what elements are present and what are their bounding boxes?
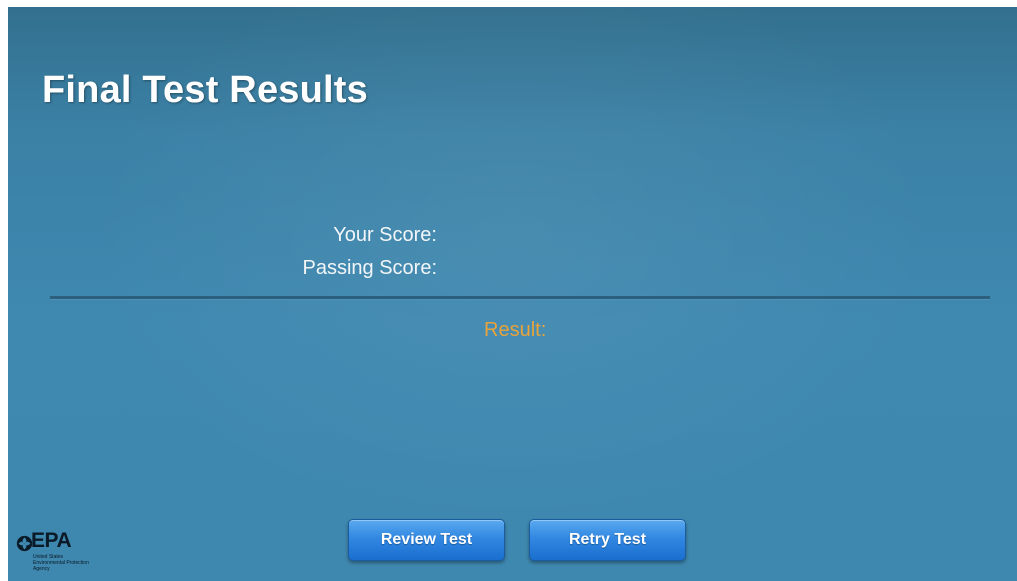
page-title: Final Test Results — [42, 69, 368, 111]
review-test-button[interactable]: Review Test — [348, 519, 505, 561]
your-score-label: Your Score: — [333, 224, 437, 246]
retry-test-button[interactable]: Retry Test — [529, 519, 686, 561]
slide-canvas: Final Test Results Your Score: Passing S… — [8, 7, 1017, 581]
result-label: Result: — [484, 319, 547, 341]
epa-subtitle-line: Agency — [33, 566, 50, 572]
epa-logo: EPA United States Environmental Protecti… — [16, 529, 128, 577]
divider — [50, 296, 990, 300]
passing-score-label: Passing Score: — [302, 257, 437, 279]
epa-logo-text: EPA — [31, 529, 72, 552]
epa-logo-subtitle: United States Environmental Protection A… — [33, 554, 128, 572]
